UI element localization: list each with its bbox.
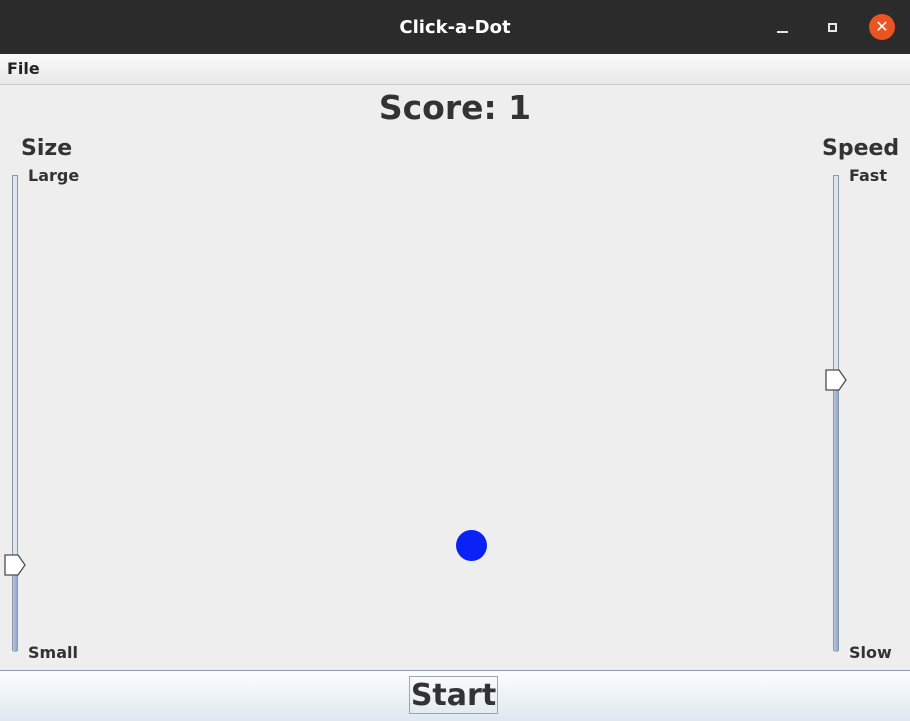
- size-max-label: Large: [28, 166, 80, 185]
- speed-slider-fill: [834, 380, 838, 652]
- minimize-button[interactable]: [769, 14, 795, 40]
- menu-bar: File: [0, 54, 910, 85]
- speed-slider-title: Speed: [822, 136, 900, 161]
- target-dot[interactable]: [456, 530, 487, 561]
- minimize-icon: [776, 31, 788, 33]
- window-title-bar: Click-a-Dot ✕: [0, 0, 910, 54]
- maximize-icon: [827, 22, 837, 32]
- speed-max-label: Fast: [849, 166, 887, 185]
- window-title: Click-a-Dot: [399, 16, 511, 38]
- score-label: Score: 1: [378, 88, 532, 127]
- size-slider-title: Size: [21, 136, 73, 161]
- size-slider-thumb[interactable]: [4, 554, 26, 576]
- speed-min-label: Slow: [849, 643, 892, 662]
- size-slider[interactable]: [12, 175, 18, 652]
- close-icon: ✕: [875, 17, 889, 36]
- start-button[interactable]: Start: [409, 676, 498, 714]
- close-button[interactable]: ✕: [869, 14, 895, 40]
- speed-slider[interactable]: [833, 175, 839, 652]
- size-min-label: Small: [28, 643, 78, 662]
- menu-file[interactable]: File: [7, 59, 40, 78]
- speed-slider-thumb[interactable]: [825, 369, 847, 391]
- maximize-button[interactable]: [819, 14, 845, 40]
- size-slider-fill: [13, 566, 17, 652]
